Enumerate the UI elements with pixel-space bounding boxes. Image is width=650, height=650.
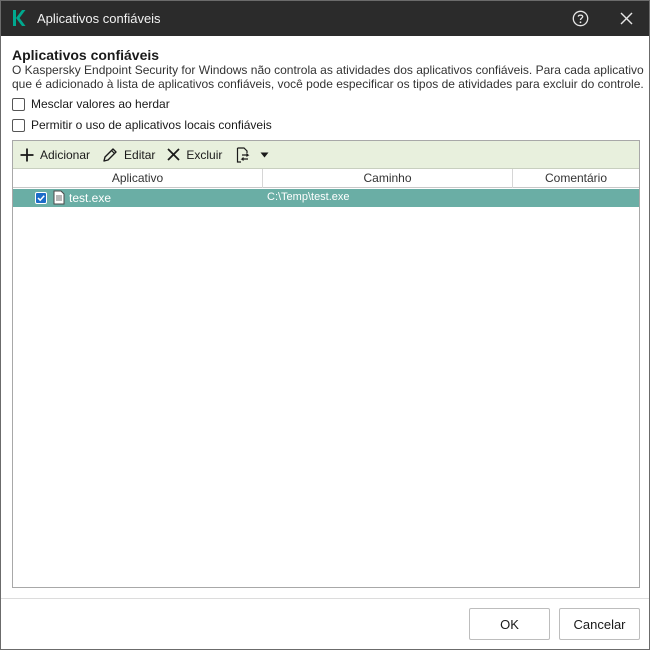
dialog-window: Aplicativos confiáveis Aplicativos confi… (0, 0, 650, 650)
add-button[interactable]: Adicionar (20, 144, 90, 166)
plus-icon (20, 148, 34, 161)
row-checkbox[interactable] (35, 192, 47, 204)
import-export-icon (237, 146, 250, 163)
section-heading: Aplicativos confiáveis (12, 47, 160, 63)
trusted-apps-panel: Adicionar Editar Excluir Aplicativo Cami… (12, 140, 640, 588)
close-icon[interactable] (620, 12, 633, 25)
ok-button[interactable]: OK (469, 608, 550, 640)
merge-values-option[interactable]: Mesclar valores ao herdar (12, 96, 170, 112)
merge-values-checkbox[interactable] (12, 97, 25, 111)
allow-local-trusted-checkbox[interactable] (12, 118, 25, 132)
column-header-path[interactable]: Caminho (263, 169, 513, 188)
allow-local-trusted-label: Permitir o uso de aplicativos locais con… (31, 118, 272, 132)
table-header: Aplicativo Caminho Comentário (13, 169, 639, 188)
table-row[interactable]: test.exe C:\Temp\test.exe (13, 189, 639, 207)
allow-local-trusted-option[interactable]: Permitir o uso de aplicativos locais con… (12, 117, 272, 133)
toolbar: Adicionar Editar Excluir (13, 141, 639, 169)
chevron-down-icon (260, 152, 269, 157)
row-path: C:\Temp\test.exe (267, 191, 350, 203)
edit-button-label: Editar (124, 147, 156, 162)
kaspersky-logo-icon (13, 10, 26, 26)
column-header-comment[interactable]: Comentário (513, 169, 639, 188)
merge-values-label: Mesclar valores ao herdar (31, 97, 170, 111)
title-bar: Aplicativos confiáveis (1, 1, 649, 36)
help-icon[interactable] (572, 10, 589, 27)
executable-file-icon (53, 190, 65, 205)
x-icon (167, 148, 181, 161)
row-application: test.exe (69, 191, 112, 205)
add-button-label: Adicionar (40, 147, 91, 162)
section-description: O Kaspersky Endpoint Security for Window… (12, 63, 644, 91)
cancel-button[interactable]: Cancelar (559, 608, 640, 640)
pencil-icon (103, 147, 117, 162)
window-title: Aplicativos confiáveis (37, 11, 161, 26)
delete-button[interactable]: Excluir (167, 144, 222, 166)
check-icon (37, 195, 45, 202)
footer-divider (1, 598, 649, 599)
edit-button[interactable]: Editar (102, 144, 155, 166)
delete-button-label: Excluir (186, 147, 223, 162)
column-header-application[interactable]: Aplicativo (13, 169, 263, 188)
import-export-menu-button[interactable] (236, 144, 275, 166)
